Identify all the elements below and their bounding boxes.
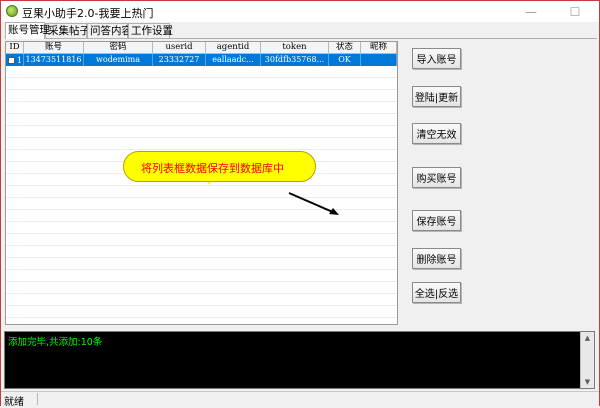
column-header-status[interactable]: 状态 xyxy=(329,42,361,54)
table-cell-password: wodemima xyxy=(84,54,153,66)
table-cell-account: 13473511816 xyxy=(24,54,84,66)
minimize-button[interactable]: — xyxy=(509,1,553,22)
window-title: 豆果小助手2.0-我要上热门 xyxy=(22,7,154,20)
column-header-nickname[interactable]: 昵称 xyxy=(361,42,397,54)
login-refresh-button[interactable]: 登陆|更新 xyxy=(412,86,461,107)
column-header-account[interactable]: 账号 xyxy=(24,42,84,54)
table-cell-status: OK xyxy=(329,54,361,66)
column-header-token[interactable]: token xyxy=(261,42,329,54)
clear-invalid-button[interactable]: 清空无效 xyxy=(412,123,461,144)
tab-collect-posts[interactable]: 采集帖子 xyxy=(45,23,90,38)
scroll-down-icon[interactable]: ▼ xyxy=(583,378,592,386)
row-checkbox[interactable] xyxy=(8,56,15,64)
log-line: 添加完毕,共添加:10条 xyxy=(8,337,103,348)
table-header: ID 账号 密码 userid agentid token 状态 昵称 xyxy=(6,42,397,54)
status-bar: 就绪 xyxy=(1,391,599,408)
delete-accounts-button[interactable]: 删除账号 xyxy=(412,248,461,269)
table-cell-userid: 23332727 xyxy=(153,54,206,66)
title-bar: 豆果小助手2.0-我要上热门 — ☐ xyxy=(1,1,599,22)
tab-account-management[interactable]: 账号管理 xyxy=(5,22,50,39)
table-cell-id: 1 xyxy=(6,54,24,66)
column-header-userid[interactable]: userid xyxy=(153,42,206,54)
tab-qa-content[interactable]: 问答内容 xyxy=(87,23,132,38)
minimize-icon: — xyxy=(525,4,537,19)
pointer-arrow-icon xyxy=(288,192,339,215)
table-cell-nickname xyxy=(361,54,397,66)
callout-text: 将列表框数据保存到数据库中 xyxy=(141,162,284,175)
column-header-agentid[interactable]: agentid xyxy=(206,42,261,54)
table-cell-agentid: eallaadc... xyxy=(206,54,261,66)
table-row[interactable]: 1 13473511816 wodemima 23332727 eallaadc… xyxy=(6,54,397,66)
table-cell-token: 30fdfb35768... xyxy=(261,54,329,66)
column-header-id[interactable]: ID xyxy=(6,42,24,54)
scroll-up-icon[interactable]: ▲ xyxy=(583,334,592,342)
log-output[interactable]: 添加完毕,共添加:10条 ▲ ▼ xyxy=(4,331,595,389)
buy-accounts-button[interactable]: 购买账号 xyxy=(412,167,461,188)
maximize-icon: ☐ xyxy=(569,4,581,19)
log-scrollbar[interactable]: ▲ ▼ xyxy=(580,332,594,388)
select-all-invert-button[interactable]: 全选|反选 xyxy=(412,282,461,303)
column-header-password[interactable]: 密码 xyxy=(84,42,153,54)
status-divider xyxy=(37,393,38,405)
app-logo-icon xyxy=(6,5,18,17)
save-accounts-button[interactable]: 保存账号 xyxy=(412,210,461,231)
import-accounts-button[interactable]: 导入账号 xyxy=(412,48,461,69)
maximize-button[interactable]: ☐ xyxy=(553,1,597,22)
tab-work-settings[interactable]: 工作设置 xyxy=(128,23,173,38)
main-window: 豆果小助手2.0-我要上热门 — ☐ 账号管理 采集帖子 问答内容 工作设置 I… xyxy=(0,0,600,408)
